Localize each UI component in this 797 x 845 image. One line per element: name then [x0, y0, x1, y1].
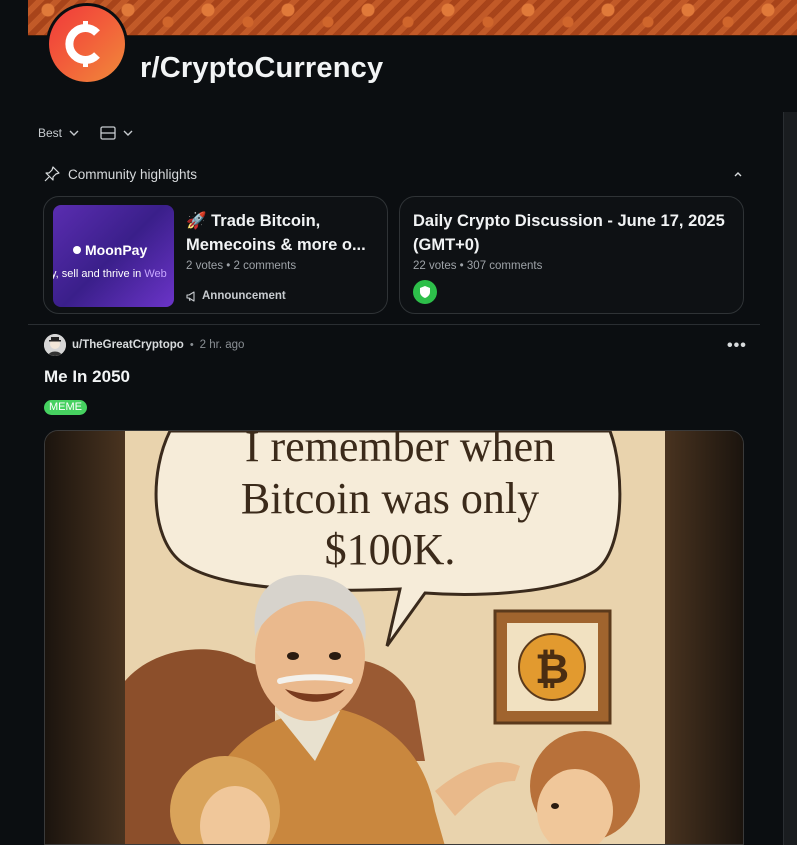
post-author[interactable]: u/TheGreatCryptopo — [72, 339, 184, 351]
highlight-card-announcement[interactable]: MoonPay y, sell and thrive in Web 🚀 Trad… — [43, 196, 388, 314]
post-title[interactable]: Me In 2050 — [44, 367, 130, 387]
image-blur-left — [45, 431, 125, 844]
view-dropdown[interactable] — [100, 126, 134, 140]
moonpay-logo: MoonPay — [73, 242, 147, 258]
highlights-title: Community highlights — [68, 166, 198, 182]
subreddit-avatar[interactable] — [46, 3, 128, 85]
subreddit-logo — [49, 6, 125, 82]
user-avatar[interactable] — [44, 334, 66, 356]
highlight-card-daily-discussion[interactable]: Daily Crypto Discussion - June 17, 2025 … — [399, 196, 744, 314]
mod-shield-icon — [413, 280, 437, 304]
highlight-thumbnail: MoonPay y, sell and thrive in Web — [53, 205, 174, 307]
meta-separator: • — [189, 339, 194, 351]
layout-icon — [100, 126, 116, 140]
right-sidebar-edge — [783, 112, 797, 845]
post-time: 2 hr. ago — [199, 339, 245, 351]
community-highlights-header: Community highlights — [44, 166, 744, 182]
more-options-icon[interactable]: ••• — [727, 337, 747, 355]
highlight-card-stats: 22 votes • 307 comments — [413, 260, 543, 272]
pin-icon — [44, 166, 60, 182]
speech-line-2: Bitcoin was only — [241, 474, 539, 523]
post-header: u/TheGreatCryptopo • 2 hr. ago — [44, 334, 244, 356]
speech-line-3: $100K. — [325, 525, 456, 574]
announcement-tag: Announcement — [186, 290, 286, 302]
image-blur-right — [663, 431, 743, 844]
svg-text:₿: ₿ — [535, 645, 569, 692]
highlight-card-title: Daily Crypto Discussion - June 17, 2025 … — [413, 212, 725, 254]
sort-label: Best — [38, 126, 63, 140]
highlight-card-title: 🚀 Trade Bitcoin, Memecoins & more o... — [186, 212, 366, 254]
highlight-card-stats: 2 votes • 2 comments — [186, 260, 297, 272]
chevron-down-icon — [122, 127, 134, 139]
subreddit-name: r/CryptoCurrency — [140, 52, 384, 84]
chevron-down-icon — [68, 127, 80, 139]
megaphone-icon — [186, 290, 198, 302]
post-flair[interactable]: MEME — [44, 400, 87, 415]
feed-controls: Best — [38, 126, 134, 140]
moonpay-tagline: y, sell and thrive in Web — [53, 268, 167, 280]
section-divider — [28, 324, 760, 325]
sort-dropdown[interactable]: Best — [38, 126, 80, 140]
meme-illustration: I remember when Bitcoin was only $100K. … — [125, 431, 665, 844]
post-image[interactable]: I remember when Bitcoin was only $100K. … — [44, 430, 744, 845]
collapse-chevron-up-icon[interactable] — [732, 168, 744, 180]
subreddit-banner — [28, 0, 797, 36]
speech-line-1: I remember when — [245, 431, 555, 471]
